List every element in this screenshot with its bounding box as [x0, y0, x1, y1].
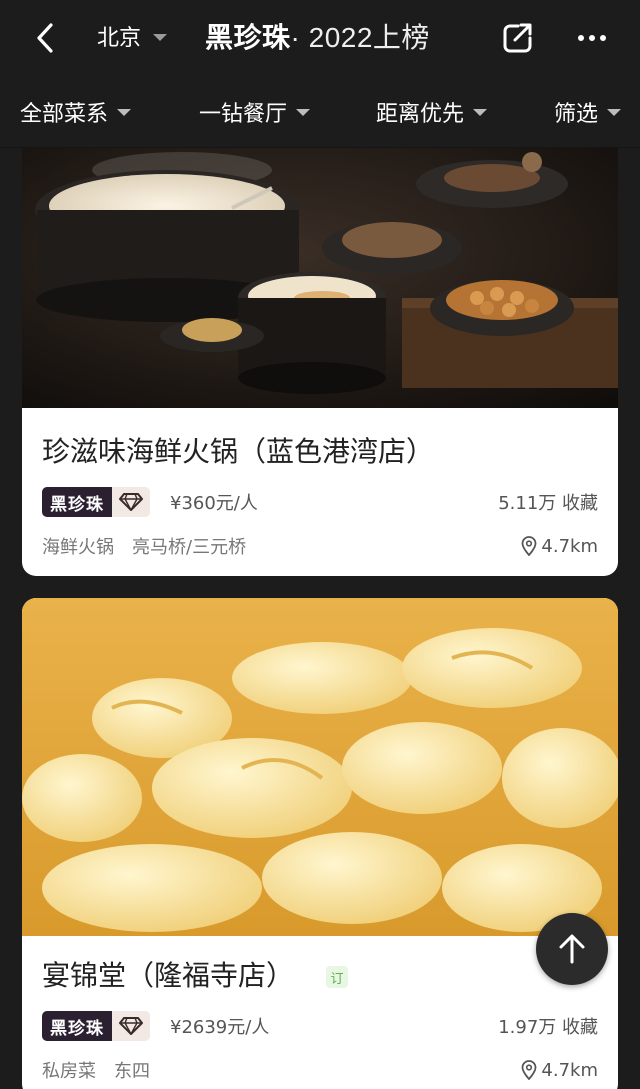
black-pearl-badge: 黑珍珠 — [42, 487, 150, 517]
favorites-count: 1.97万 收藏 — [498, 1017, 598, 1038]
share-icon — [503, 23, 532, 53]
location-row: 私房菜 东四 4.7km — [42, 1056, 598, 1084]
diamond-icon — [112, 1011, 150, 1041]
distance-value: 4.7km — [541, 535, 598, 557]
distance: 4.7km — [521, 532, 598, 560]
location-row: 海鲜火锅 亮马桥/三元桥 4.7km — [42, 532, 598, 560]
filter-sort-label: 距离优先 — [376, 102, 465, 127]
filter-sort[interactable]: 距离优先 — [376, 96, 488, 128]
more-dots-icon — [578, 35, 606, 41]
location-pin-icon — [522, 536, 537, 556]
seafood-hotpot-photo — [22, 148, 618, 408]
diamond-icon — [112, 487, 150, 517]
restaurant-info: 珍滋味海鲜火锅（蓝色港湾店） 黑珍珠 ¥360元/人 5.11万 收藏 海鲜火锅… — [22, 408, 618, 560]
caret-down-icon — [607, 108, 622, 116]
price-per-person: ¥2639元/人 — [170, 1017, 270, 1038]
price-per-person: ¥360元/人 — [170, 493, 258, 514]
restaurant-name: 宴锦堂（隆福寺店） 订 — [42, 954, 598, 994]
filter-bar: 全部菜系 一钻餐厅 距离优先 筛选 — [0, 76, 640, 148]
restaurant-card[interactable]: 珍滋味海鲜火锅（蓝色港湾店） 黑珍珠 ¥360元/人 5.11万 收藏 海鲜火锅… — [22, 148, 618, 576]
caret-down-icon — [153, 33, 168, 41]
back-button[interactable] — [28, 18, 62, 58]
caret-down-icon — [296, 108, 311, 116]
restaurant-name-text: 宴锦堂（隆福寺店） — [42, 959, 295, 992]
black-pearl-badge: 黑珍珠 — [42, 1011, 150, 1041]
filter-more-label: 筛选 — [554, 102, 599, 127]
location-pin-icon — [522, 1060, 537, 1080]
filter-diamond-level[interactable]: 一钻餐厅 — [199, 96, 311, 128]
filter-diamond-label: 一钻餐厅 — [199, 102, 288, 127]
distance-value: 4.7km — [541, 1059, 598, 1081]
city-label: 北京 — [97, 26, 142, 51]
share-button[interactable] — [498, 18, 538, 58]
restaurant-info: 宴锦堂（隆福寺店） 订 黑珍珠 ¥2639元/人 1.97万 收藏 私房菜 东四… — [22, 936, 618, 1084]
caret-down-icon — [473, 108, 488, 116]
fish-maw-soup-photo — [22, 598, 618, 936]
chevron-left-icon — [37, 23, 53, 53]
city-selector[interactable]: 北京 — [97, 20, 168, 52]
badge-label: 黑珍珠 — [42, 487, 112, 517]
restaurant-card[interactable]: 宴锦堂（隆福寺店） 订 黑珍珠 ¥2639元/人 1.97万 收藏 私房菜 东四… — [22, 598, 618, 1089]
caret-down-icon — [117, 108, 132, 116]
distance: 4.7km — [521, 1056, 598, 1084]
more-options-button[interactable] — [572, 18, 612, 58]
page-title-suffix: · 2022上榜 — [290, 22, 430, 53]
rating-price-row: 黑珍珠 ¥360元/人 5.11万 收藏 — [42, 486, 598, 518]
filter-cuisine-label: 全部菜系 — [20, 102, 109, 127]
page-title: 黑珍珠 · 2022上榜 — [205, 16, 430, 56]
rating-price-row: 黑珍珠 ¥2639元/人 1.97万 收藏 — [42, 1010, 598, 1042]
top-navigation-bar: 北京 黑珍珠 · 2022上榜 — [0, 0, 640, 76]
page-title-brand: 黑珍珠 — [205, 21, 291, 54]
filter-cuisine[interactable]: 全部菜系 — [20, 96, 132, 128]
restaurant-name: 珍滋味海鲜火锅（蓝色港湾店） — [42, 435, 435, 468]
favorites-count: 5.11万 收藏 — [498, 493, 598, 514]
area-name: 亮马桥/三元桥 — [132, 537, 247, 558]
badge-label: 黑珍珠 — [42, 1011, 112, 1041]
filter-more[interactable]: 筛选 — [554, 96, 622, 128]
cuisine-type: 私房菜 — [42, 1061, 96, 1082]
cuisine-type: 海鲜火锅 — [42, 537, 114, 558]
back-to-top-button[interactable] — [536, 913, 608, 985]
area-name: 东四 — [114, 1061, 150, 1082]
arrow-up-icon — [559, 934, 585, 964]
reservation-tag: 订 — [326, 966, 349, 988]
